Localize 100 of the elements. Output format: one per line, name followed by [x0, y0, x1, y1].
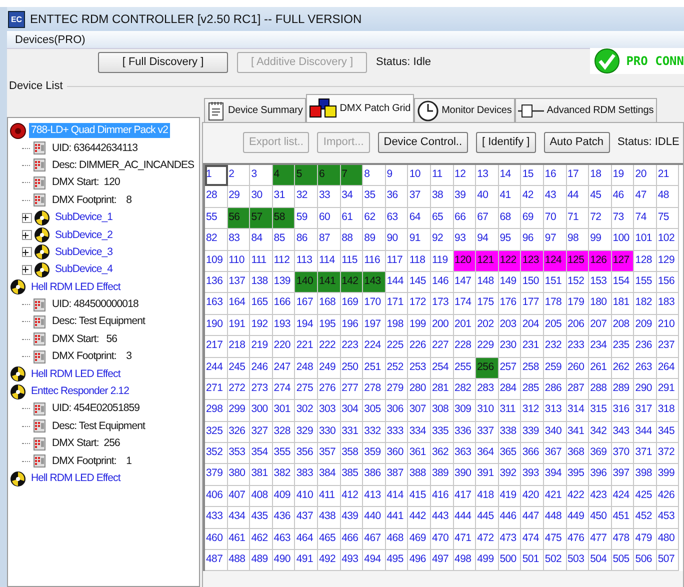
channel-cell[interactable]: 396	[589, 464, 612, 486]
channel-cell[interactable]: 129	[656, 250, 680, 272]
channel-cell[interactable]: 102	[656, 229, 680, 251]
channel-cell[interactable]: 42	[521, 186, 544, 208]
channel-cell[interactable]: 33	[318, 186, 341, 208]
channel-cell[interactable]: 387	[386, 464, 408, 486]
channel-cell[interactable]: 334	[408, 422, 431, 444]
channel-cell[interactable]: 263	[634, 358, 657, 379]
channel-cell[interactable]: 47	[634, 186, 657, 208]
channel-cell[interactable]: 121	[476, 250, 499, 272]
channel-cell[interactable]: 180	[589, 293, 612, 315]
channel-cell[interactable]: 413	[363, 486, 386, 508]
channel-cell[interactable]: 332	[363, 422, 386, 444]
channel-cell[interactable]: 279	[386, 378, 408, 400]
channel-cell[interactable]: 435	[250, 507, 273, 529]
channel-cell[interactable]: 19	[612, 165, 634, 186]
channel-cell[interactable]: 38	[430, 186, 454, 208]
channel-cell[interactable]: 199	[408, 314, 431, 336]
expand-toggle[interactable]	[22, 264, 32, 275]
channel-cell[interactable]: 220	[272, 336, 296, 358]
channel-cell[interactable]: 304	[340, 400, 364, 422]
channel-cell[interactable]: 45	[589, 186, 612, 208]
channel-cell[interactable]: 126	[589, 250, 612, 272]
channel-cell[interactable]: 410	[295, 486, 318, 508]
channel-cell[interactable]: 395	[566, 464, 590, 486]
channel-cell[interactable]: 21	[656, 165, 680, 186]
channel-cell[interactable]: 315	[589, 400, 612, 422]
channel-cell[interactable]: 64	[408, 208, 431, 230]
channel-cell[interactable]: 501	[521, 550, 544, 572]
channel-cell[interactable]: 192	[250, 314, 273, 336]
channel-cell[interactable]: 313	[544, 400, 566, 422]
channel-cell[interactable]: 258	[521, 358, 544, 379]
channel-cell[interactable]: 196	[340, 314, 364, 336]
channel-cell[interactable]: 151	[544, 272, 566, 294]
channel-cell[interactable]: 327	[250, 422, 273, 444]
channel-cell[interactable]: 17	[566, 165, 590, 186]
channel-cell[interactable]: 90	[386, 229, 408, 251]
channel-cell[interactable]: 438	[318, 507, 341, 529]
channel-cell[interactable]: 408	[250, 486, 273, 508]
channel-cell[interactable]: 171	[386, 293, 408, 315]
channel-cell[interactable]: 466	[340, 528, 364, 550]
channel-cell[interactable]: 368	[566, 443, 590, 464]
channel-cell[interactable]: 449	[566, 507, 590, 529]
channel-cell[interactable]: 252	[386, 358, 408, 379]
channel-cell[interactable]: 306	[386, 400, 408, 422]
channel-cell[interactable]: 316	[612, 400, 634, 422]
channel-cell[interactable]: 282	[454, 378, 476, 400]
channel-cell[interactable]: 198	[386, 314, 408, 336]
channel-cell[interactable]: 234	[589, 336, 612, 358]
channel-cell[interactable]: 183	[656, 293, 680, 315]
channel-cell[interactable]: 73	[612, 208, 634, 230]
channel-cell[interactable]: 228	[454, 336, 476, 358]
channel-cell[interactable]: 179	[566, 293, 590, 315]
channel-cell[interactable]: 386	[363, 464, 386, 486]
channel-cell[interactable]: 137	[228, 272, 250, 294]
channel-cell[interactable]: 470	[430, 528, 454, 550]
channel-cell[interactable]: 193	[272, 314, 296, 336]
channel-cell[interactable]: 8	[363, 165, 386, 186]
channel-cell[interactable]: 495	[386, 550, 408, 572]
channel-cell[interactable]: 20	[634, 165, 657, 186]
channel-cell[interactable]: 204	[521, 314, 544, 336]
channel-cell[interactable]: 310	[476, 400, 499, 422]
channel-cell[interactable]: 360	[386, 443, 408, 464]
channel-cell[interactable]: 274	[272, 378, 296, 400]
channel-cell[interactable]: 421	[544, 486, 566, 508]
channel-cell[interactable]: 471	[454, 528, 476, 550]
channel-cell[interactable]: 290	[634, 378, 657, 400]
channel-cell[interactable]: 407	[228, 486, 250, 508]
channel-cell[interactable]: 40	[476, 186, 499, 208]
channel-cell[interactable]: 57	[250, 208, 273, 230]
channel-cell[interactable]: 257	[498, 358, 522, 379]
channel-cell[interactable]: 164	[228, 293, 250, 315]
channel-cell[interactable]: 165	[250, 293, 273, 315]
channel-cell[interactable]: 299	[228, 400, 250, 422]
channel-cell[interactable]: 177	[521, 293, 544, 315]
channel-cell[interactable]: 308	[430, 400, 454, 422]
channel-cell[interactable]: 163	[205, 293, 228, 315]
channel-cell[interactable]: 203	[498, 314, 522, 336]
channel-cell[interactable]: 423	[589, 486, 612, 508]
channel-cell[interactable]: 288	[589, 378, 612, 400]
channel-cell[interactable]: 153	[589, 272, 612, 294]
channel-cell[interactable]: 409	[272, 486, 296, 508]
channel-cell[interactable]: 156	[656, 272, 680, 294]
channel-cell[interactable]: 249	[318, 358, 341, 379]
channel-cell[interactable]: 10	[408, 165, 431, 186]
channel-cell[interactable]: 281	[430, 378, 454, 400]
channel-cell[interactable]: 85	[272, 229, 296, 251]
channel-cell[interactable]: 460	[205, 528, 228, 550]
channel-cell[interactable]: 447	[521, 507, 544, 529]
channel-cell[interactable]: 262	[612, 358, 634, 379]
channel-cell[interactable]: 63	[386, 208, 408, 230]
channel-cell[interactable]: 123	[521, 250, 544, 272]
channel-cell[interactable]: 331	[340, 422, 364, 444]
channel-cell[interactable]: 278	[363, 378, 386, 400]
channel-cell[interactable]: 436	[272, 507, 296, 529]
channel-cell[interactable]: 357	[318, 443, 341, 464]
expand-toggle[interactable]	[22, 247, 32, 258]
channel-cell[interactable]: 318	[656, 400, 680, 422]
channel-cell[interactable]: 283	[476, 378, 499, 400]
channel-cell[interactable]: 489	[250, 550, 273, 572]
